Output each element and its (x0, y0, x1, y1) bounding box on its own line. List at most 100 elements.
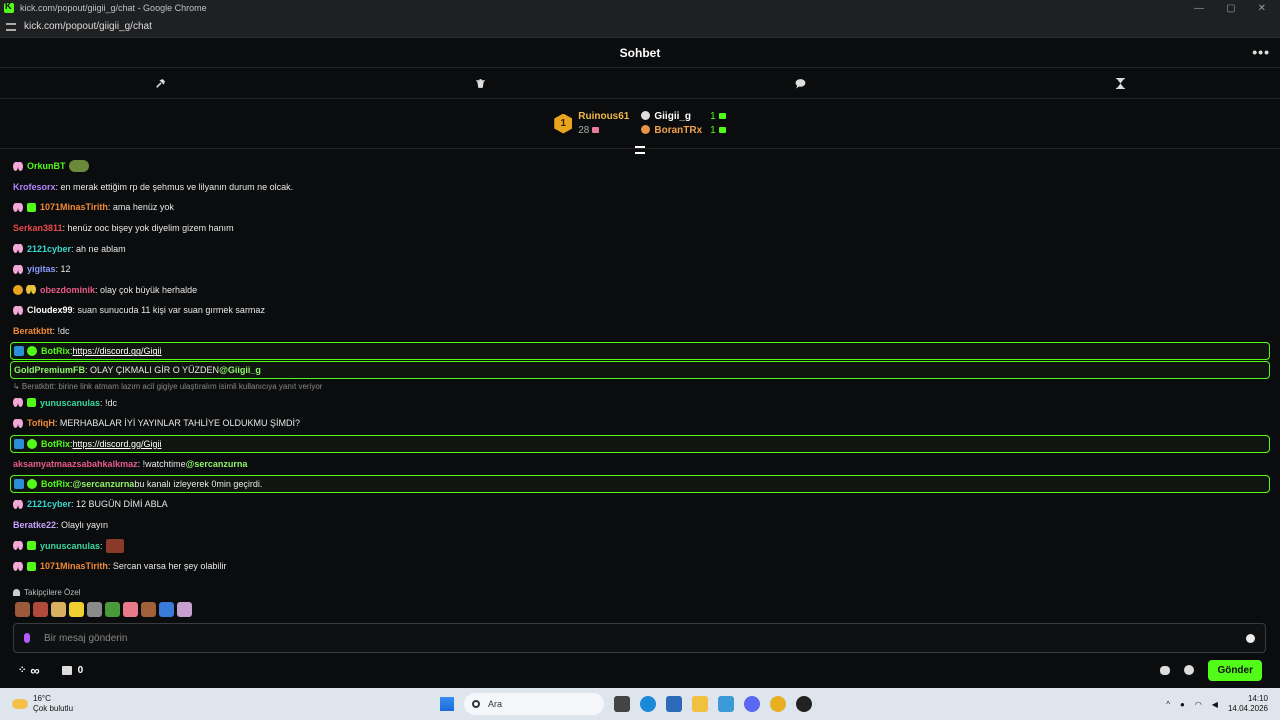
subscriber-butterfly-icon (13, 561, 23, 571)
microphone-tray-icon[interactable]: ● (1180, 700, 1185, 709)
chat-message: yunuscanulas: !dc (10, 392, 1270, 413)
bronze-rank-icon (641, 124, 651, 134)
microphone-icon[interactable] (24, 633, 30, 643)
chat-mention[interactable]: @sercanzurna (73, 478, 135, 490)
search-icon (472, 700, 480, 708)
chat-mode-button[interactable] (640, 78, 960, 89)
followers-label-text: Takipçilere Özel (24, 588, 81, 597)
chevron-up-icon[interactable]: ^ (1166, 700, 1170, 709)
site-settings-icon[interactable] (6, 22, 16, 31)
task-view-icon[interactable] (614, 696, 630, 712)
chat-text: : OLAY ÇIKMALI GİR O YÜZDEN (85, 365, 220, 376)
message-input[interactable]: Bir mesaj gönderin (13, 623, 1266, 653)
chat-username[interactable]: GoldPremiumFB (14, 364, 85, 376)
chat-link[interactable]: https://discord.gg/Gigii (73, 438, 162, 450)
emote-icon[interactable] (177, 602, 192, 617)
leader-first[interactable]: Ruinous61 28 (578, 110, 629, 138)
edge-icon[interactable] (640, 696, 656, 712)
chat-username[interactable]: BotRix (41, 478, 70, 490)
store-icon[interactable] (61, 665, 72, 675)
chat-username[interactable]: Serkan3811 (13, 222, 63, 234)
emote-icon[interactable] (51, 602, 66, 617)
subscriber-butterfly-icon (13, 202, 23, 212)
chat-username[interactable]: OrkunBT (27, 160, 66, 172)
ban-tool-button[interactable] (0, 78, 320, 89)
emote-icon[interactable] (33, 602, 48, 617)
emoji-picker-icon[interactable] (1246, 633, 1255, 643)
silver-rank-icon (641, 110, 651, 120)
emote-icon[interactable] (159, 602, 174, 617)
emote-icon[interactable] (69, 602, 84, 617)
subscriber-butterfly-icon (13, 264, 23, 274)
chat-mention[interactable]: @sercanzurna (186, 458, 248, 470)
emote-icon[interactable] (105, 602, 120, 617)
slow-mode-button[interactable] (960, 77, 1280, 89)
taskbar-search[interactable]: Ara (464, 693, 604, 715)
verified-badge-icon (27, 346, 37, 357)
chat-message: Krofesorx: en merak ettiğim rp de şehmus… (10, 177, 1270, 198)
leader-second-name[interactable]: Giigii_g (654, 111, 691, 122)
minimize-icon[interactable]: — (1194, 3, 1204, 14)
app-icon[interactable] (718, 696, 734, 712)
chat-username[interactable]: Cloudex99 (27, 304, 73, 316)
chat-username[interactable]: 2121cyber (27, 243, 71, 255)
channel-points-icon[interactable]: ⁘ (18, 665, 26, 676)
close-icon[interactable]: ✕ (1258, 3, 1266, 14)
chat-username[interactable]: yunuscanulas (40, 540, 100, 552)
settings-gear-icon[interactable] (1184, 665, 1195, 675)
store-app-icon[interactable] (666, 696, 682, 712)
subscriber-butterfly-icon (13, 244, 23, 254)
more-options-icon[interactable]: ••• (1252, 44, 1270, 60)
emote-icon[interactable] (141, 602, 156, 617)
chat-username[interactable]: aksamyatmaazsabahkalkmaz (13, 458, 138, 470)
emote-quick-row (15, 602, 192, 617)
chat-text: bu kanalı izleyerek 0min geçirdi. (134, 479, 263, 490)
chat-text: : Sercan varsa her şey olabilir (107, 561, 227, 572)
weather-desc: Çok bulutlu (33, 704, 74, 713)
emote-icon[interactable] (123, 602, 138, 617)
volume-icon[interactable]: ◀ (1212, 700, 1218, 709)
maximize-icon[interactable]: ▢ (1226, 3, 1235, 14)
chat-message: GoldPremiumFB: OLAY ÇIKMALI GİR O YÜZDEN… (10, 361, 1270, 380)
wifi-icon[interactable]: ◠ (1195, 700, 1202, 709)
leader-other-counts: 1 1 (710, 110, 726, 138)
chat-username[interactable]: obezdominik (40, 284, 95, 296)
chat-username[interactable]: TofiqH (27, 417, 55, 429)
gift-badge-icon (27, 398, 36, 408)
clock[interactable]: 14:10 14.04.2026 (1228, 694, 1268, 714)
chat-username[interactable]: yigitas (27, 263, 56, 275)
windows-start-icon[interactable] (440, 697, 454, 711)
send-button[interactable]: Gönder (1208, 659, 1262, 681)
chat-message: yunuscanulas: (10, 535, 1270, 556)
system-tray: ^ ● ◠ ◀ 14:10 14.04.2026 (1166, 694, 1268, 714)
chat-username[interactable]: Beratkbtt (13, 325, 53, 337)
chat-link[interactable]: https://discord.gg/Gigii (73, 345, 162, 357)
chat-username[interactable]: 2121cyber (27, 498, 71, 510)
address-bar[interactable]: kick.com/popout/giigii_g/chat (0, 16, 1280, 38)
chat-footer: ⁘ ∞ 0 Gönder (0, 656, 1280, 684)
clear-chat-button[interactable] (320, 78, 640, 89)
discord-icon[interactable] (744, 696, 760, 712)
chat-username[interactable]: BotRix (41, 345, 70, 357)
obs-icon[interactable] (796, 696, 812, 712)
chat-text: : suan sunucuda 11 kişi var suan gırmek … (72, 305, 265, 316)
chat-username[interactable]: 1071MinasTirith (40, 560, 108, 572)
chat-username[interactable]: BotRix (41, 438, 70, 450)
quick-emotes-icon[interactable] (1160, 665, 1171, 675)
emote-icon[interactable] (15, 602, 30, 617)
leader-third-name[interactable]: BoranTRx (654, 125, 702, 136)
chat-username[interactable]: Beratke22 (13, 519, 56, 531)
chrome-icon[interactable] (770, 696, 786, 712)
emote-icon[interactable] (87, 602, 102, 617)
chat-message: yigitas: 12 (10, 259, 1270, 280)
chat-username[interactable]: 1071MinasTirith (40, 201, 108, 213)
chat-username[interactable]: yunuscanulas (40, 397, 100, 409)
leader-others: Giigii_g BoranTRx (641, 110, 702, 138)
subscriber-butterfly-icon (13, 398, 23, 408)
chat-username[interactable]: Krofesorx (13, 181, 56, 193)
url-text: kick.com/popout/giigii_g/chat (24, 21, 152, 32)
chat-mention[interactable]: @Giigii_g (219, 364, 261, 376)
heart-icon (13, 589, 20, 596)
file-explorer-icon[interactable] (692, 696, 708, 712)
weather-widget[interactable]: 16°C Çok bulutlu (12, 694, 212, 714)
